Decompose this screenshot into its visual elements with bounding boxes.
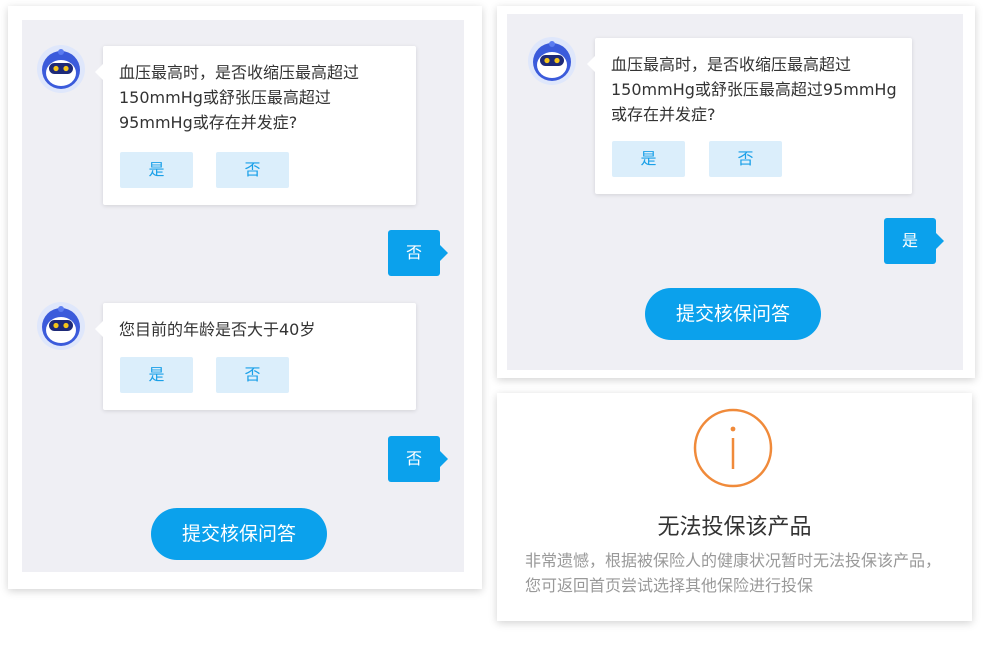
yes-button[interactable]: 是 xyxy=(120,357,193,393)
submit-underwriting-button[interactable]: 提交核保问答 xyxy=(645,288,821,340)
question-bubble: 您目前的年龄是否大于40岁 是 否 xyxy=(95,303,416,410)
user-reply-bubble: 否 xyxy=(388,436,448,482)
right-chat-card: 血压最高时，是否收缩压最高超过150mmHg或舒张压最高超过95mmHg或存在并… xyxy=(497,6,975,378)
result-card: 无法投保该产品 非常遗憾，根据被保险人的健康状况暂时无法投保该产品，您可返回首页… xyxy=(497,393,972,621)
info-circle-icon xyxy=(693,408,773,488)
question-bubble: 血压最高时，是否收缩压最高超过150mmHg或舒张压最高超过95mmHg或存在并… xyxy=(587,38,912,194)
left-chat-card: 血压最高时，是否收缩压最高超过150mmHg或舒张压最高超过95mmHg或存在并… xyxy=(8,6,482,589)
user-reply-bubble: 否 xyxy=(388,230,448,276)
robot-avatar-icon xyxy=(37,302,85,350)
no-button[interactable]: 否 xyxy=(216,152,289,188)
question-text: 血压最高时，是否收缩压最高超过150mmHg或舒张压最高超过95mmHg或存在并… xyxy=(119,63,360,132)
no-button[interactable]: 否 xyxy=(216,357,289,393)
question-bubble: 血压最高时，是否收缩压最高超过150mmHg或舒张压最高超过95mmHg或存在并… xyxy=(95,46,416,205)
robot-avatar-icon xyxy=(528,37,576,85)
robot-avatar-icon xyxy=(37,45,85,93)
result-description: 非常遗憾，根据被保险人的健康状况暂时无法投保该产品，您可返回首页尝试选择其他保险… xyxy=(525,551,942,595)
user-reply-bubble: 是 xyxy=(884,218,944,264)
submit-underwriting-button[interactable]: 提交核保问答 xyxy=(151,508,327,560)
no-button[interactable]: 否 xyxy=(709,141,782,177)
yes-button[interactable]: 是 xyxy=(120,152,193,188)
yes-button[interactable]: 是 xyxy=(612,141,685,177)
question-text: 您目前的年龄是否大于40岁 xyxy=(119,320,316,339)
result-title: 无法投保该产品 xyxy=(657,515,812,540)
question-text: 血压最高时，是否收缩压最高超过150mmHg或舒张压最高超过95mmHg或存在并… xyxy=(611,55,897,124)
